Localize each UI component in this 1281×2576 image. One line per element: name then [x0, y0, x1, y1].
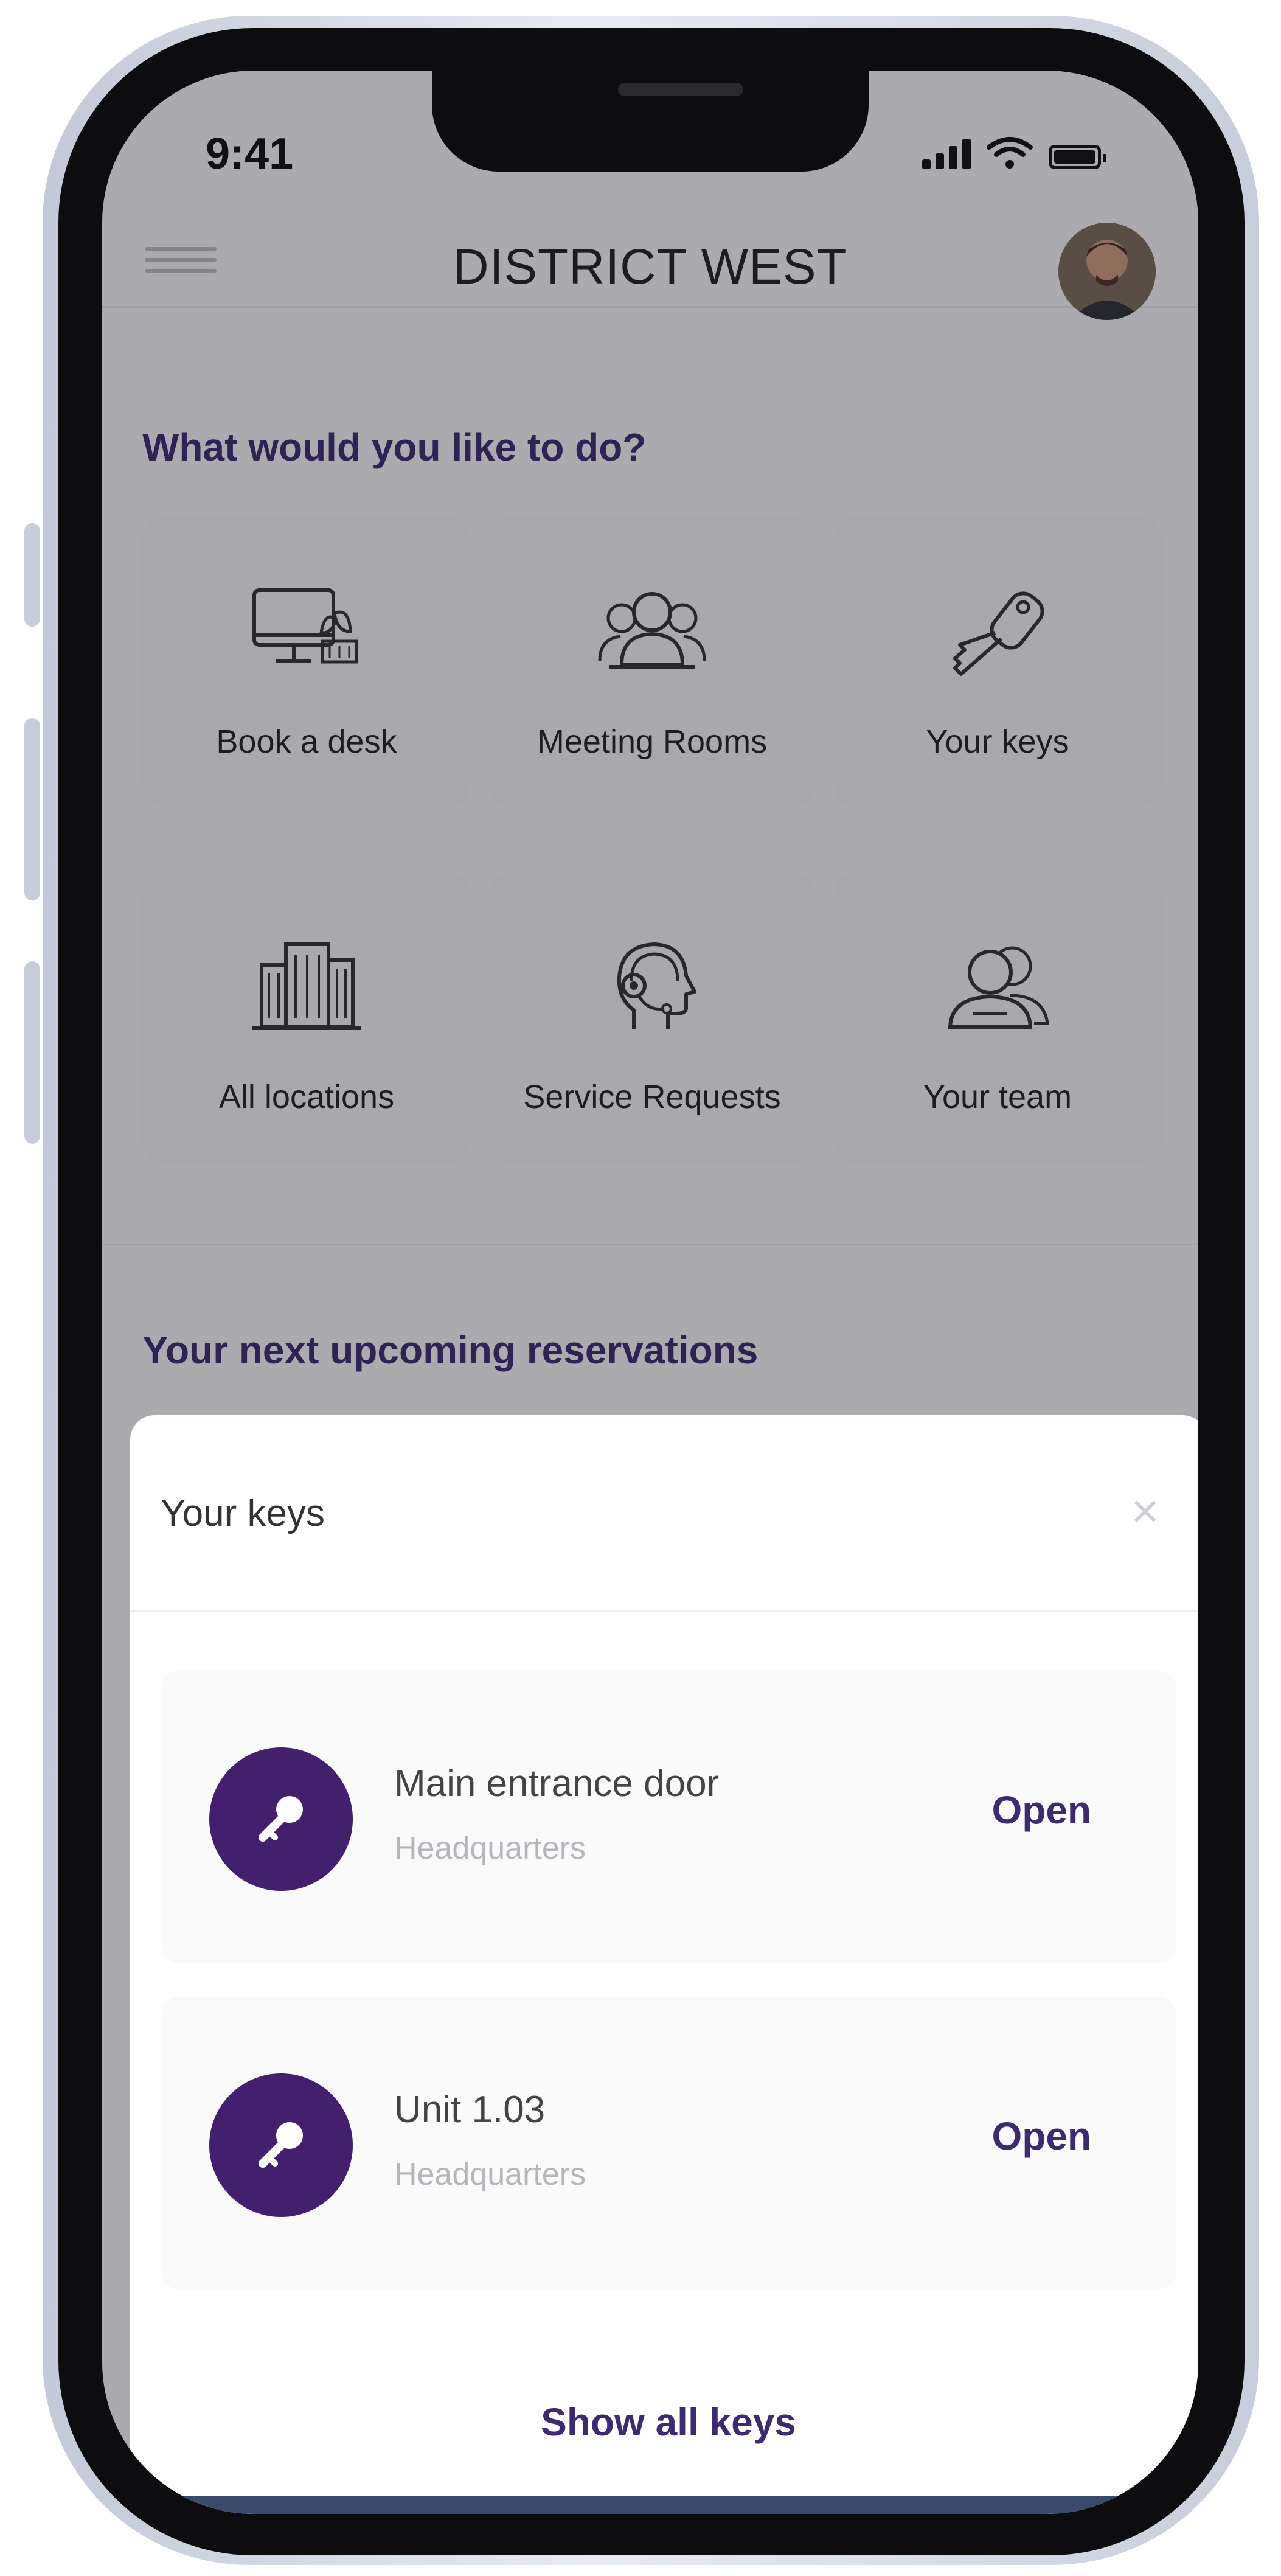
key-location: Headquarters [394, 2157, 586, 2192]
key-name: Main entrance door [394, 1763, 720, 1805]
divider [130, 1610, 1198, 1612]
phone-side-button [24, 523, 40, 627]
open-button[interactable]: Open [991, 2114, 1091, 2159]
phone-side-button [24, 961, 40, 1144]
phone-screen: 9:41 DISTRICT WEST What would you like t… [102, 71, 1198, 2514]
key-badge [209, 2073, 353, 2217]
key-icon [259, 2122, 303, 2168]
key-row: Unit 1.03 Headquarters Open [161, 1997, 1176, 2289]
key-location: Headquarters [394, 1831, 586, 1866]
show-all-keys-link[interactable]: Show all keys [130, 2400, 1198, 2445]
key-icon [259, 1796, 303, 1842]
key-row: Main entrance door Headquarters Open [161, 1671, 1176, 1963]
sheet-title: Your keys [161, 1492, 325, 1534]
close-icon[interactable]: × [1131, 1487, 1159, 1536]
keys-sheet: Your keys × Main entrance door Headquart… [130, 1415, 1198, 2514]
key-badge [209, 1747, 353, 1891]
home-background-strip [102, 2496, 1198, 2514]
phone-side-button [24, 718, 40, 900]
key-name: Unit 1.03 [394, 2089, 546, 2131]
speaker [618, 83, 743, 96]
open-button[interactable]: Open [991, 1788, 1091, 1833]
